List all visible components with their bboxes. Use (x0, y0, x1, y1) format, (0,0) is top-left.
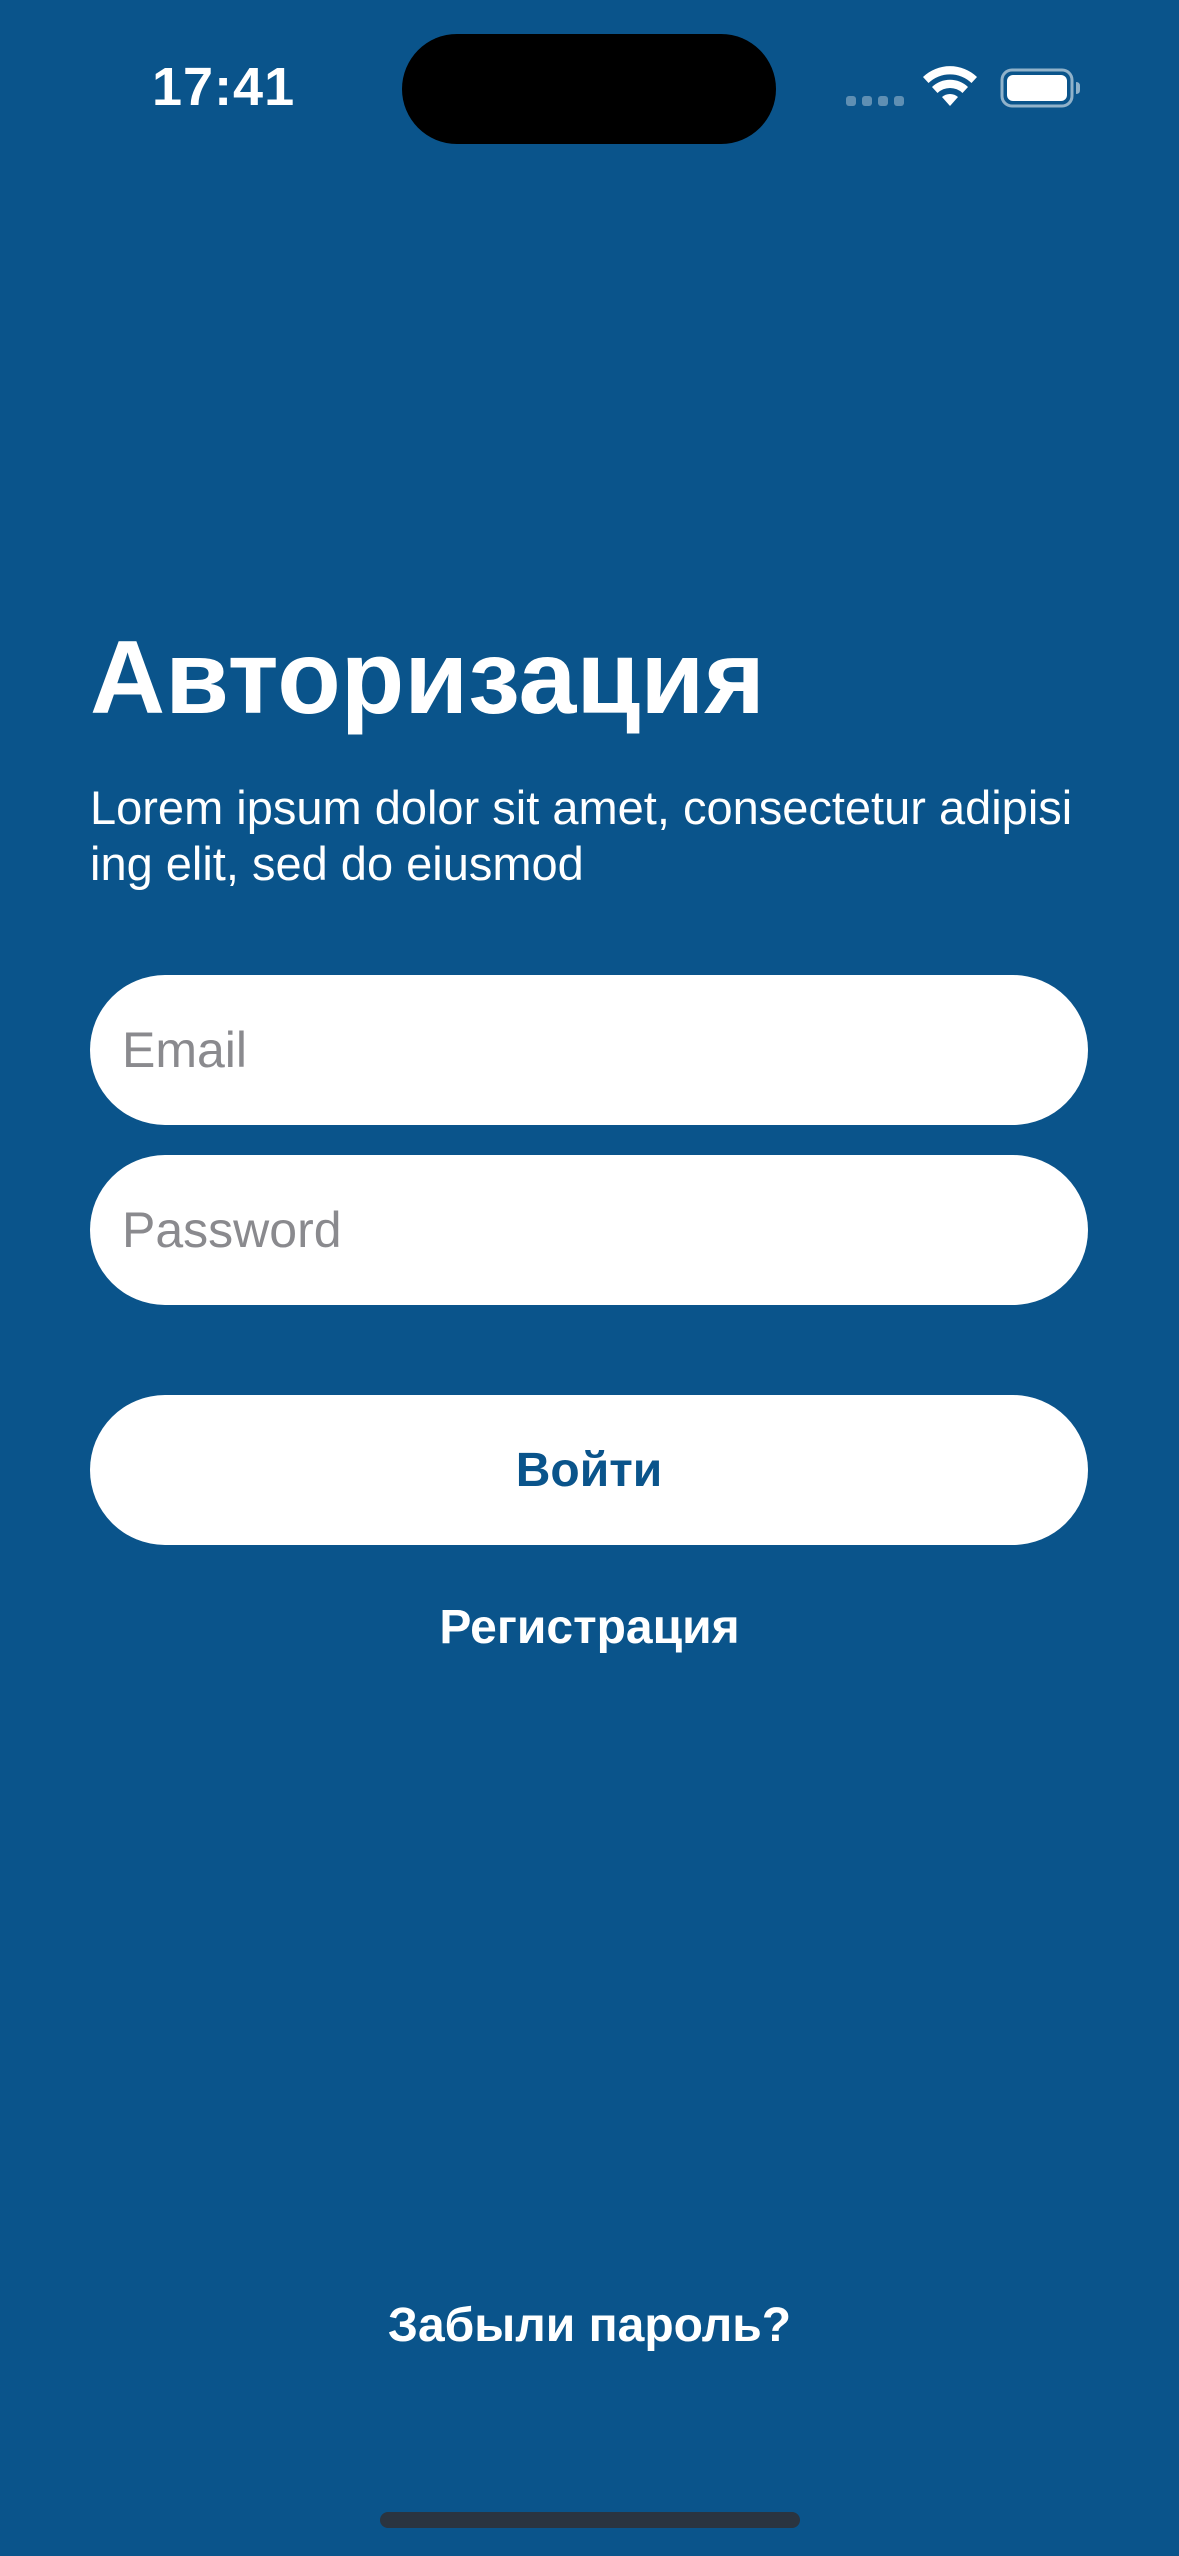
email-field[interactable] (90, 975, 1088, 1125)
cellular-signal-icon (846, 96, 904, 106)
status-bar: 17:41 (0, 0, 1179, 170)
dynamic-island (402, 34, 776, 144)
page-subtitle: Lorem ipsum dolor sit amet, consectetur … (90, 781, 1073, 890)
page-title: Авторизация (90, 620, 765, 736)
password-field[interactable] (90, 1155, 1088, 1305)
login-screen: 17:41 Авторизация Lorem ipsum dolor sit … (0, 0, 1179, 2556)
login-button-label: Войти (515, 1443, 663, 1497)
battery-icon (1000, 68, 1080, 108)
register-link[interactable]: Регистрация (0, 1600, 1179, 1655)
login-button[interactable]: Войти (90, 1395, 1088, 1545)
home-indicator[interactable] (380, 2512, 800, 2528)
status-time: 17:41 (152, 57, 296, 117)
forgot-password-link[interactable]: Забыли пароль? (0, 2298, 1179, 2353)
wifi-icon (923, 66, 977, 106)
